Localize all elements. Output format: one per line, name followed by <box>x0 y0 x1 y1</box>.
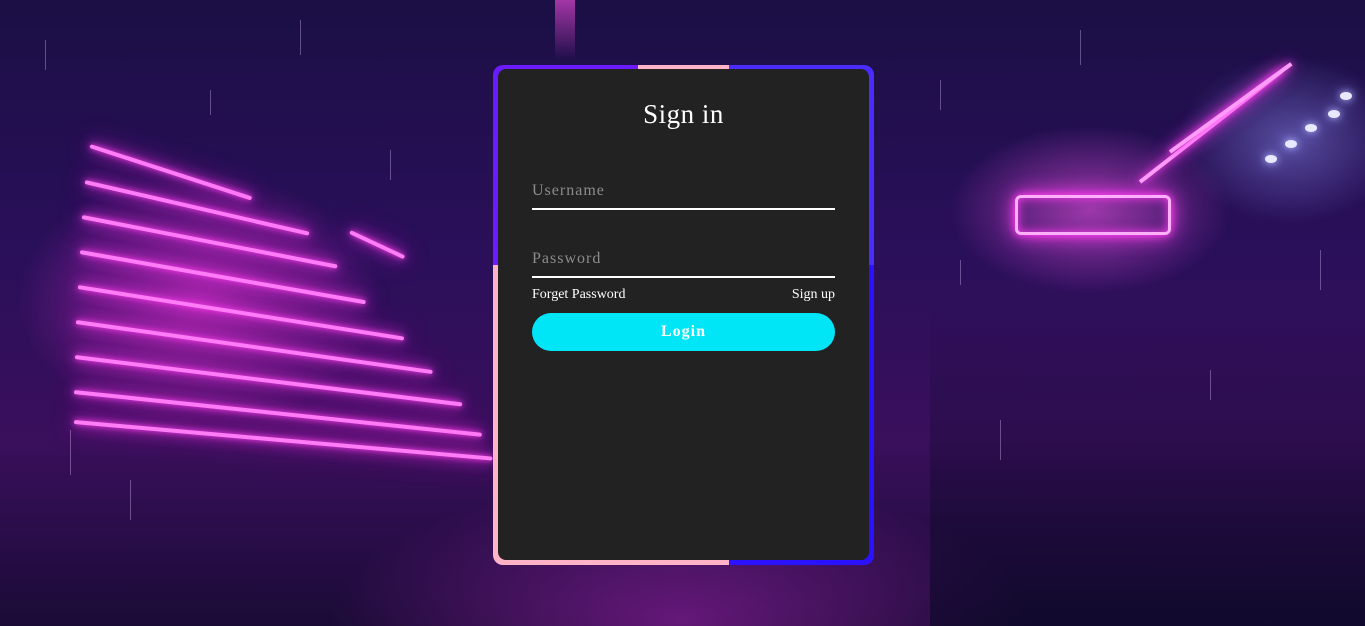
street-light <box>1285 140 1297 148</box>
signin-card-frame: Sign in Forget Password Sign up Login <box>493 65 874 565</box>
background-scene: Sign in Forget Password Sign up Login <box>0 0 1365 626</box>
signin-title: Sign in <box>643 99 724 129</box>
password-input[interactable] <box>532 242 835 276</box>
street-light <box>1305 124 1317 132</box>
username-field <box>532 174 835 210</box>
neon-strip <box>555 0 575 60</box>
username-input[interactable] <box>532 174 835 208</box>
neon-sign <box>1015 195 1171 235</box>
neon-wall <box>60 120 500 500</box>
signup-link[interactable]: Sign up <box>792 287 835 303</box>
signin-card: Sign in Forget Password Sign up Login <box>498 69 869 560</box>
building-right <box>930 300 1365 626</box>
neon-bar <box>1168 62 1293 154</box>
street-light <box>1328 110 1340 118</box>
street-light <box>1265 155 1277 163</box>
street-light <box>1340 92 1352 100</box>
auth-links: Forget Password Sign up <box>532 287 835 303</box>
login-button[interactable]: Login <box>532 313 835 351</box>
password-field <box>532 242 835 278</box>
forget-password-link[interactable]: Forget Password <box>532 287 625 303</box>
